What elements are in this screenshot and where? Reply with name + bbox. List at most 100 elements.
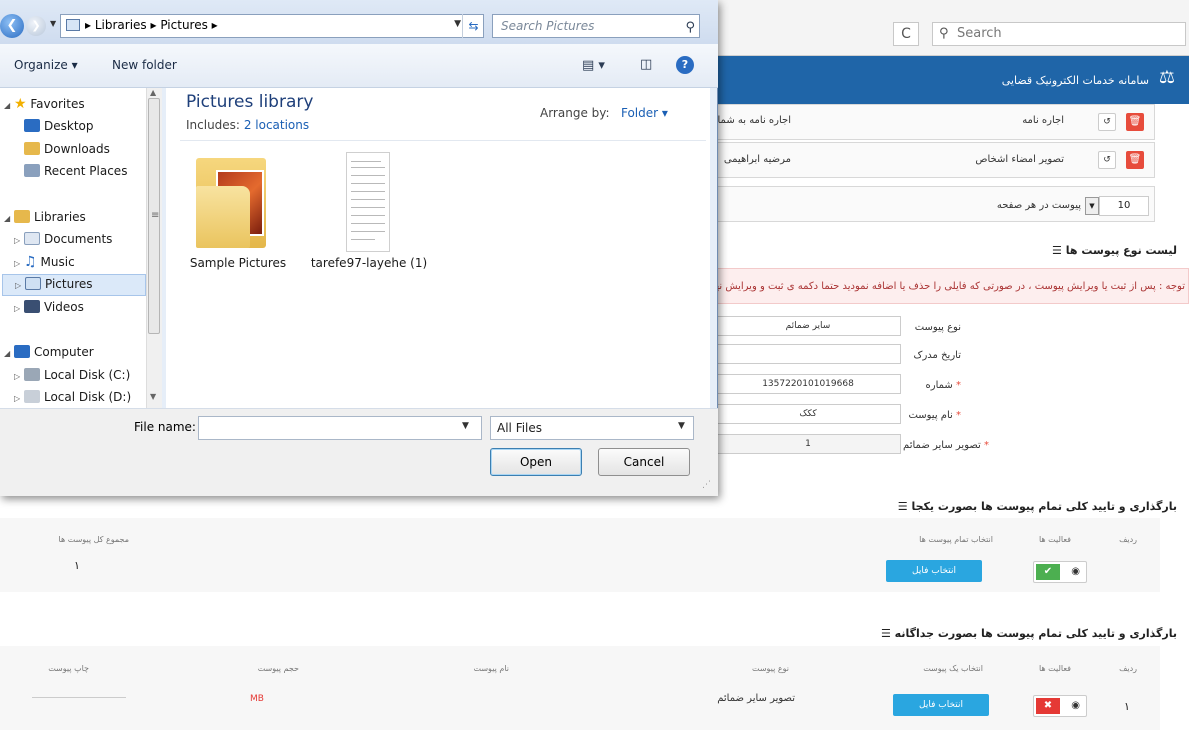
chevron-down-icon[interactable]: ▼ <box>678 421 685 431</box>
per-page-input[interactable]: 10 <box>1099 196 1149 216</box>
nav-recent-places[interactable]: Recent Places <box>24 164 127 178</box>
collapsed-triangle-icon: ▷ <box>14 259 21 268</box>
dialog-search-input[interactable]: Search Pictures ⚲ <box>492 14 700 38</box>
reload-icon[interactable]: ↺ <box>1098 151 1116 169</box>
attachment-type-field[interactable]: سایر ضمائم <box>715 316 901 336</box>
delete-icon[interactable]: 🗑 <box>1126 113 1144 131</box>
document-thumbnail-icon[interactable] <box>346 152 390 252</box>
collapsed-triangle-icon: ▷ <box>14 304 21 313</box>
help-icon[interactable]: ? <box>676 56 694 74</box>
dialog-search-placeholder: Search Pictures <box>501 19 595 33</box>
action-buttons: ✔ ◉ <box>1033 561 1087 583</box>
delete-icon[interactable]: 🗑 <box>1126 151 1144 169</box>
open-button[interactable]: Open <box>490 448 582 476</box>
nav-favorites[interactable]: ◢ ★ Favorites <box>4 96 85 112</box>
cancel-button[interactable]: Cancel <box>598 448 690 476</box>
view-icon[interactable]: ◉ <box>1071 698 1080 714</box>
nav-local-disk-d[interactable]: ▷ Local Disk (D:) <box>14 390 131 404</box>
select-file-button[interactable]: انتخاب فایل <box>893 694 989 716</box>
attachment-desc: مرضیه ابراهیمی <box>723 154 791 165</box>
number-field[interactable]: 1357220101019668 <box>715 374 901 394</box>
organize-button[interactable]: Organize ▾ <box>14 58 78 72</box>
dialog-toolbar <box>0 44 718 88</box>
nav-desktop[interactable]: Desktop <box>24 119 94 133</box>
preview-pane-icon[interactable]: ◫ <box>640 57 652 72</box>
nav-local-disk-c[interactable]: ▷ Local Disk (C:) <box>14 368 130 382</box>
library-includes: Includes: 2 locations <box>186 118 310 132</box>
nav-documents[interactable]: ▷ Documents <box>14 232 112 246</box>
document-date-field[interactable] <box>715 344 901 364</box>
videos-icon <box>23 300 40 313</box>
collapsed-triangle-icon: ▷ <box>14 236 21 245</box>
file-name-label[interactable]: tarefe97-layehe (1) <box>310 256 428 270</box>
reload-icon[interactable]: ↺ <box>1098 113 1116 131</box>
attachment-title: تصویر امضاء اشخاص <box>975 154 1064 165</box>
breadcrumb: ▸ Libraries ▸ Pictures ▸ <box>85 18 218 32</box>
divider <box>32 697 126 698</box>
size-value: MB <box>250 694 264 704</box>
browser-search-input[interactable]: ⚲ Search <box>932 22 1186 46</box>
collapsed-triangle-icon: ▷ <box>14 394 21 403</box>
disk-icon <box>23 368 40 381</box>
col-name: نام پیوست <box>473 664 510 673</box>
search-icon[interactable]: ⚲ <box>685 17 695 39</box>
expanded-triangle-icon: ◢ <box>4 349 11 358</box>
address-bar[interactable]: ▸ Libraries ▸ Pictures ▸ ▼ <box>60 14 484 38</box>
desktop-icon <box>24 119 40 132</box>
music-icon: ♫ <box>23 254 37 270</box>
field-label: * تصویر سایر ضمائم <box>903 440 989 451</box>
col-size: حجم پیوست <box>257 664 299 673</box>
library-icon <box>66 19 80 31</box>
breadcrumb-pictures[interactable]: Pictures <box>160 18 208 32</box>
close-icon[interactable]: ✖ <box>1036 698 1060 714</box>
search-icon: ⚲ <box>939 26 949 41</box>
scroll-down-icon[interactable]: ▼ <box>150 392 156 401</box>
navigation-pane <box>0 88 162 408</box>
nav-computer[interactable]: ◢ Computer <box>4 345 94 359</box>
resize-grip-icon[interactable]: ⋰ <box>702 480 711 490</box>
field-label: * نام پیوست <box>908 410 961 421</box>
back-arrow-icon[interactable]: ❮ <box>0 14 24 38</box>
new-folder-button[interactable]: New folder <box>112 58 177 72</box>
nav-libraries[interactable]: ◢ Libraries <box>4 210 86 224</box>
chevron-down-icon[interactable]: ▼ <box>1085 197 1099 215</box>
col-row: ردیف <box>1119 664 1137 673</box>
check-icon[interactable]: ✔ <box>1036 564 1060 580</box>
field-label: تاریخ مدرک <box>913 350 961 361</box>
documents-icon <box>23 232 40 245</box>
view-icon[interactable]: ◉ <box>1071 564 1080 580</box>
nav-downloads[interactable]: Downloads <box>24 142 110 156</box>
disk-icon <box>23 390 40 403</box>
nav-videos[interactable]: ▷ Videos <box>14 300 84 314</box>
file-name-input[interactable] <box>198 416 482 440</box>
other-attachment-image-field[interactable]: 1 <box>715 434 901 454</box>
scroll-up-icon[interactable]: ▲ <box>150 88 156 97</box>
nav-music[interactable]: ▷ ♫ Music <box>14 254 75 270</box>
chevron-down-icon[interactable]: ▼ <box>454 19 461 29</box>
downloads-icon <box>24 142 40 155</box>
locations-link[interactable]: 2 locations <box>244 118 309 132</box>
breadcrumb-libraries[interactable]: Libraries <box>95 18 147 32</box>
nav-pictures[interactable]: ▷ Pictures <box>2 274 146 296</box>
pictures-icon <box>24 277 41 290</box>
select-file-button[interactable]: انتخاب فایل <box>886 560 982 582</box>
attachment-types-title: لیست نوع پیوست ها ☰ <box>1052 244 1177 257</box>
arrange-by: Arrange by: Folder ▾ <box>540 106 668 120</box>
total-value: ١ <box>74 559 80 572</box>
scales-logo-icon: ⚖ <box>1158 67 1176 88</box>
attachment-name-field[interactable]: ککک <box>715 404 901 424</box>
upload-all-title: بارگذاری و تایید کلی تمام پیوست ها بصورت… <box>897 500 1177 513</box>
forward-arrow-icon[interactable]: ❯ <box>26 16 46 36</box>
refresh-icon[interactable]: ⇆ <box>462 14 484 38</box>
library-title: Pictures library <box>186 92 314 112</box>
history-dropdown-icon[interactable]: ▼ <box>50 19 56 28</box>
refresh-button[interactable]: C <box>893 22 919 46</box>
view-options-icon[interactable]: ▤ ▾ <box>582 58 605 73</box>
file-name-label[interactable]: Sample Pictures <box>180 256 296 270</box>
folder-item-sample-pictures[interactable] <box>196 152 272 252</box>
arrange-by-dropdown[interactable]: Folder ▾ <box>621 106 668 120</box>
file-type-select[interactable]: All Files <box>490 416 694 440</box>
collapsed-triangle-icon: ▷ <box>14 372 21 381</box>
chevron-down-icon[interactable]: ▼ <box>462 421 469 431</box>
attachment-desc: اجاره نامه به شما <box>717 115 791 126</box>
